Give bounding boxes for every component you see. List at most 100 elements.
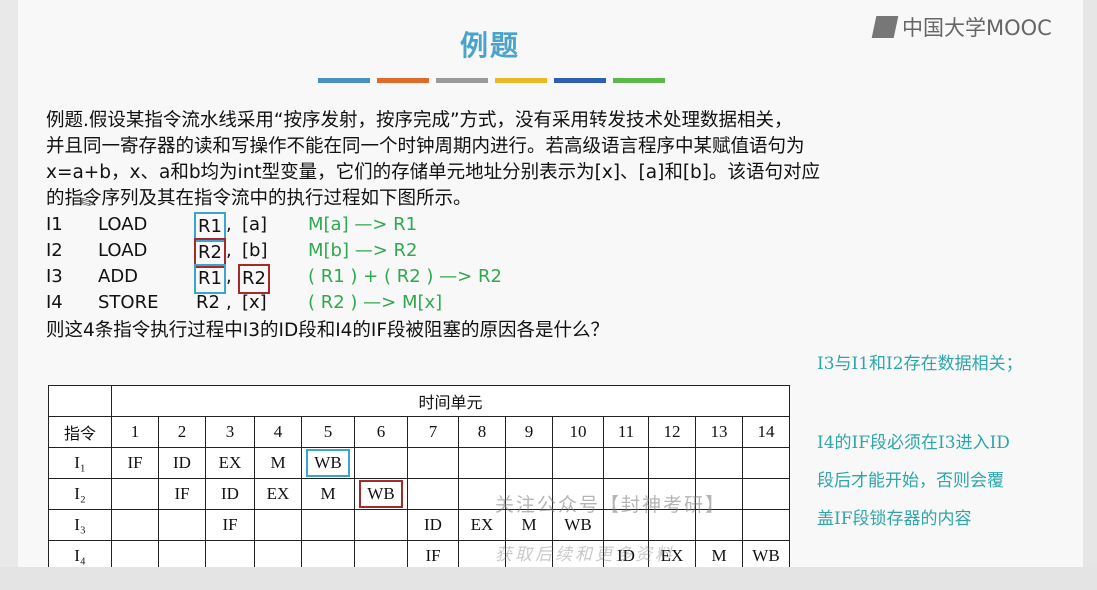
- title-stripe: [318, 78, 370, 83]
- time-column-header: 4: [254, 416, 302, 448]
- stage-cell: [407, 478, 459, 510]
- stage-cell: IF: [111, 447, 159, 479]
- stage-cell: IF: [158, 478, 206, 510]
- table-column-row: 指令 1 2 3 4 5 6 7 8 9 10 11 12 13 14: [48, 416, 790, 448]
- time-column-header: 10: [552, 416, 604, 448]
- stage-cell: EX: [254, 478, 302, 510]
- instr-operand: [x]: [242, 292, 267, 313]
- stage-cell: [695, 447, 743, 479]
- time-column-header: 3: [205, 416, 255, 448]
- time-column-header: 7: [407, 416, 459, 448]
- slide-title: 例题: [459, 29, 520, 62]
- stage-cell: ID: [158, 447, 206, 479]
- instr-sep: ,: [226, 240, 232, 261]
- stage-cell: [648, 447, 696, 479]
- stage-cell: [254, 509, 302, 541]
- stage-cell: [354, 509, 408, 541]
- answer-2: I4的IF段必须在I3进入ID 段后才能开始，否则会覆 盖IF段锁存器的内容: [817, 424, 1010, 538]
- right-edge: [1083, 0, 1097, 590]
- problem-statement: 例题.假设某指令流水线采用“按序发射，按序完成”方式，没有采用转发技术处理数据相…: [46, 108, 946, 212]
- title-stripe: [436, 78, 488, 83]
- answer-2-line: 盖IF段锁存器的内容: [817, 509, 972, 529]
- stage-cell: [458, 447, 506, 479]
- stage-cell: ID: [205, 478, 255, 510]
- watermark-2: 获取后续和更多资料: [495, 545, 675, 565]
- table-header-row: 时间单元: [48, 385, 790, 417]
- stage-cell: [552, 447, 604, 479]
- time-unit-header: 时间单元: [111, 385, 790, 417]
- instruction-header: 指令: [48, 416, 112, 448]
- instr-note: ( R1 ) + ( R2 ) —> R2: [308, 266, 502, 287]
- answer-2-line: 段后才能开始，否则会覆: [817, 471, 1004, 491]
- time-column-header: 8: [458, 416, 506, 448]
- time-column-header: 9: [505, 416, 553, 448]
- row-instruction-label: I₂: [48, 478, 112, 510]
- stage-cell: [505, 447, 553, 479]
- row-instruction-label: I₁: [48, 447, 112, 479]
- table-row: I₁ IF ID EX M WB: [48, 447, 790, 479]
- time-column-header: 6: [354, 416, 408, 448]
- time-column-header: 12: [648, 416, 696, 448]
- time-column-header: 11: [603, 416, 649, 448]
- row-instruction-label: I₃: [48, 509, 112, 541]
- instr-id: I1: [46, 214, 63, 235]
- watermark: 关注公众号【封神考研】: [495, 494, 727, 516]
- stage-cell: [603, 447, 649, 479]
- time-column-header: 13: [695, 416, 743, 448]
- bottom-bar: [0, 567, 1097, 590]
- slide: 例题 中国大学MOOC 例题.假设某指令流水线采用“按序发射，按序完成”方式，没…: [0, 0, 1097, 590]
- stage-cell: M: [254, 447, 302, 479]
- highlighted-stage: WB: [359, 480, 403, 508]
- pipeline-table: 时间单元 指令 1 2 3 4 5 6 7 8 9 10 11 12 13 14 I₁ IF ID EX M WB …: [48, 385, 790, 572]
- instr-id: I3: [46, 266, 63, 287]
- instr-op: LOAD: [98, 240, 148, 261]
- title-stripe: [554, 78, 606, 83]
- stage-cell: [407, 447, 459, 479]
- stage-cell: [111, 478, 159, 510]
- table-corner: [48, 385, 112, 417]
- stage-cell: [742, 509, 790, 541]
- answer-2-line: I4的IF段必须在I3进入ID: [817, 433, 1010, 453]
- stage-cell: [354, 447, 408, 479]
- stage-cell: WB: [354, 478, 408, 510]
- instr-sep: ,: [226, 214, 232, 235]
- time-column-header: 5: [301, 416, 355, 448]
- time-column-header: 14: [742, 416, 790, 448]
- title-stripe: [377, 78, 429, 83]
- instr-note: ( R2 ) —> M[x]: [308, 292, 443, 313]
- instr-id: I4: [46, 292, 63, 313]
- instr-id: I2: [46, 240, 63, 261]
- stage-cell: [158, 509, 206, 541]
- stage-cell: [742, 478, 790, 510]
- problem-line: x=a+b，x、a和b均为int型变量，它们的存储单元地址分别表示为[x]、[a…: [46, 162, 821, 183]
- mooc-logo-text: 中国大学MOOC: [902, 16, 1052, 40]
- instr-operand: [b]: [242, 240, 268, 261]
- question-text: 则这4条指令执行过程中I3的ID段和I4的IF段被阻塞的原因各是什么？: [46, 320, 610, 341]
- instr-sep: ,: [226, 266, 232, 287]
- mooc-logo-icon: [871, 16, 899, 38]
- stage-cell: EX: [205, 447, 255, 479]
- instr-operand: [a]: [242, 214, 268, 235]
- instr-sep: ,: [226, 292, 232, 313]
- problem-line: 并且同一寄存器的读和写操作不能在同一个时钟周期内进行。若高级语言程序中某赋值语句…: [46, 136, 805, 157]
- instr-op: LOAD: [98, 214, 148, 235]
- stage-cell: [301, 509, 355, 541]
- instr-note: M[a] —> R1: [308, 214, 418, 235]
- time-column-header: 1: [111, 416, 159, 448]
- stage-cell: M: [301, 478, 355, 510]
- mooc-logo: 中国大学MOOC: [871, 12, 1052, 42]
- left-edge: [0, 0, 18, 590]
- stage-cell: IF: [205, 509, 255, 541]
- stage-cell: ID: [407, 509, 459, 541]
- stage-cell: WB: [301, 447, 355, 479]
- highlighted-stage: WB: [306, 449, 350, 477]
- title-stripe: [495, 78, 547, 83]
- time-column-header: 2: [158, 416, 206, 448]
- problem-line: 例题.假设某指令流水线采用“按序发射，按序完成”方式，没有采用转发技术处理数据相…: [46, 110, 793, 131]
- title-stripe: [613, 78, 665, 83]
- stage-cell: [742, 447, 790, 479]
- instr-op: ADD: [98, 266, 139, 287]
- problem-line: 的指令序列及其在指令流中的执行过程如下图所示。: [46, 188, 472, 209]
- instr-reg: R2: [196, 292, 220, 313]
- instr-note: M[b] —> R2: [308, 240, 418, 261]
